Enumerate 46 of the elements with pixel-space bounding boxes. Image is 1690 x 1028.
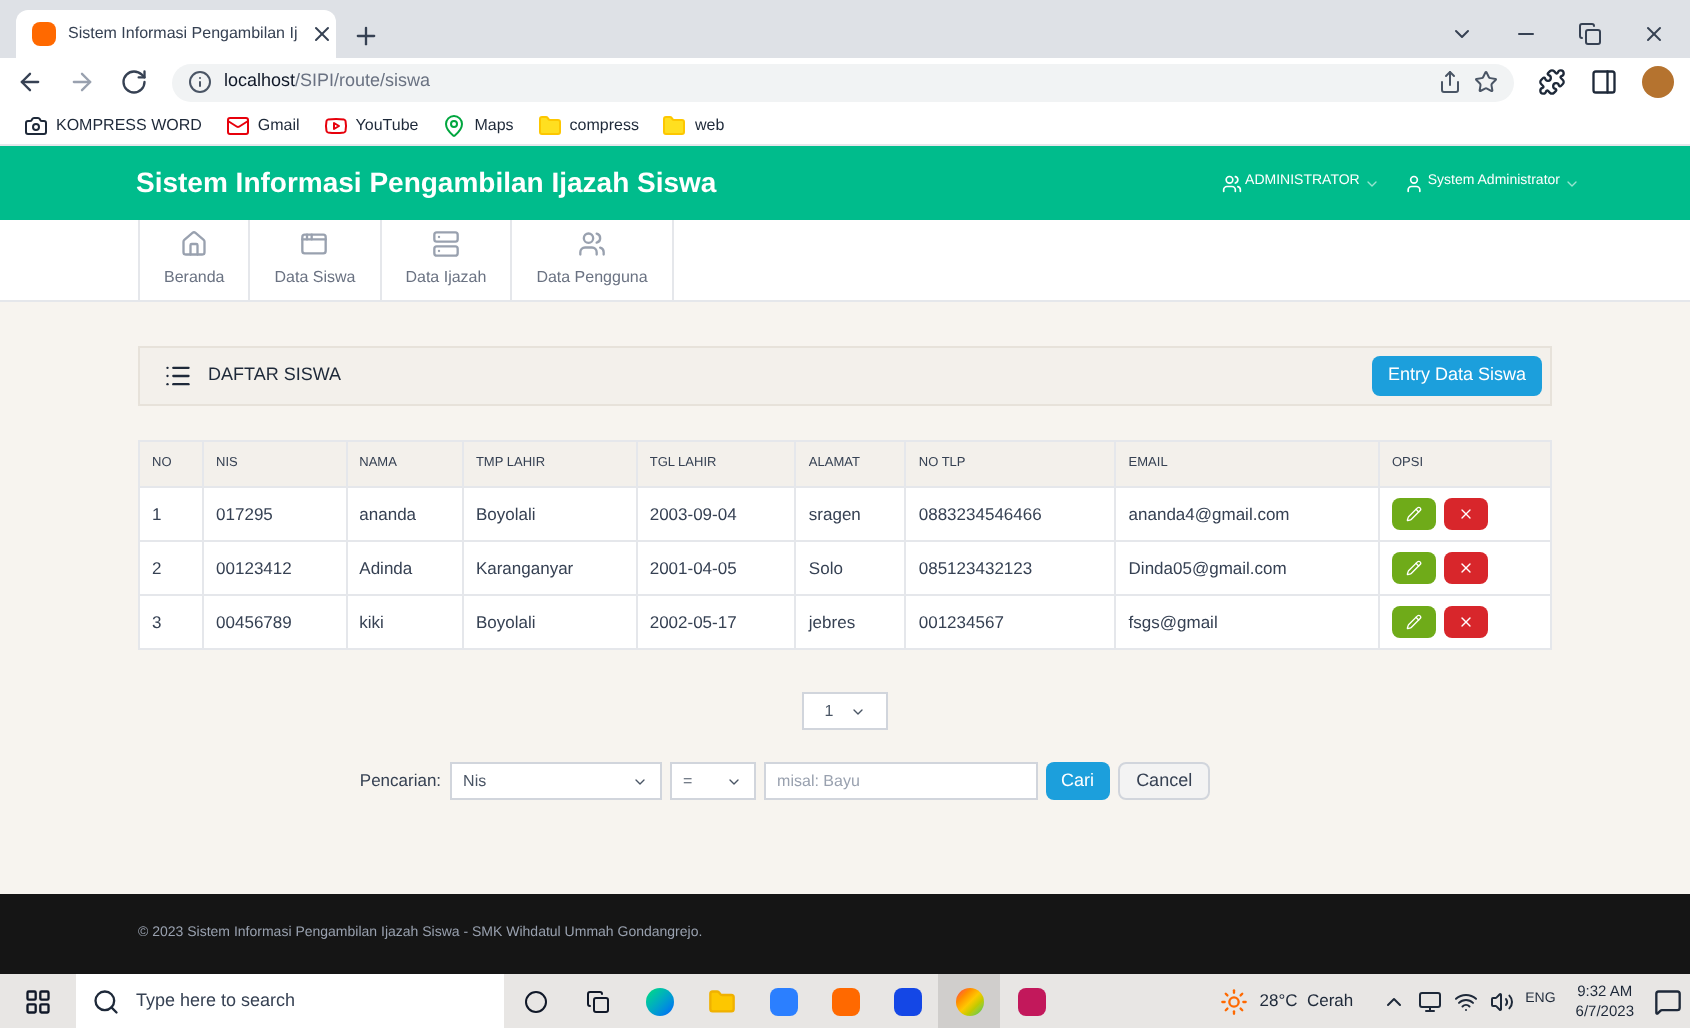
- table-cell: 085123432123: [905, 541, 1116, 595]
- search-input[interactable]: misal: Bayu: [763, 762, 1038, 800]
- table-cell: ananda4@gmail.com: [1115, 487, 1379, 541]
- table-cell: fsgs@gmail: [1115, 595, 1379, 649]
- table-cell: Dinda05@gmail.com: [1115, 541, 1379, 595]
- bookmark[interactable]: Gmail: [225, 113, 300, 137]
- field-select[interactable]: Nis: [449, 762, 662, 800]
- table-cell: 00123412: [203, 541, 347, 595]
- bookmark[interactable]: Maps: [442, 113, 514, 137]
- table-cell: 001234567: [905, 595, 1116, 649]
- table-cell: 00456789: [203, 595, 347, 649]
- table-cell: 0883234546466: [905, 487, 1116, 541]
- table-cell: kiki: [346, 595, 463, 649]
- tab-title: Sistem Informasi Pengambilan Ij: [68, 22, 298, 46]
- nav-item[interactable]: Beranda: [138, 220, 249, 300]
- search-label: Pencarian:: [359, 768, 442, 794]
- table-cell: 2003-09-04: [636, 487, 796, 541]
- table-cell: ananda: [346, 487, 463, 541]
- table-cell: sragen: [795, 487, 906, 541]
- table-cell: Adinda: [346, 541, 463, 595]
- panel-title: DAFTAR SISWA: [208, 362, 342, 389]
- cancel-button[interactable]: Cancel: [1118, 762, 1211, 800]
- table-cell: 2002-05-17: [636, 595, 796, 649]
- table-cell: Boyolali: [462, 487, 637, 541]
- table-cell: 2: [139, 541, 204, 595]
- page-select[interactable]: 1: [802, 692, 888, 730]
- nav-item[interactable]: Data Pengguna: [510, 220, 674, 300]
- operator-select[interactable]: =: [669, 762, 756, 800]
- table-cell: 2001-04-05: [636, 541, 796, 595]
- table-cell: Solo: [795, 541, 906, 595]
- table-cell: 1: [139, 487, 204, 541]
- bookmark[interactable]: YouTube: [323, 113, 419, 137]
- bookmark[interactable]: KOMPRESS WORD: [24, 113, 202, 137]
- taskbar-search[interactable]: Type here to search: [76, 974, 504, 1028]
- url-text: localhost/SIPI/route/siswa: [224, 68, 431, 95]
- app-title: Sistem Informasi Pengambilan Ijazah Siswa: [136, 164, 717, 202]
- bookmark[interactable]: compress: [537, 113, 639, 137]
- table-cell: 3: [139, 595, 204, 649]
- table-cell: Boyolali: [462, 595, 637, 649]
- table-cell: 017295: [203, 487, 347, 541]
- browser-tab[interactable]: Sistem Informasi Pengambilan Ij: [16, 10, 336, 58]
- table-cell: Karanganyar: [462, 541, 637, 595]
- bookmark[interactable]: web: [662, 113, 725, 137]
- table-cell: jebres: [795, 595, 906, 649]
- weather-text: 28°C Cerah: [1259, 988, 1354, 1014]
- address-bar[interactable]: localhost/SIPI/route/siswa: [172, 63, 1514, 101]
